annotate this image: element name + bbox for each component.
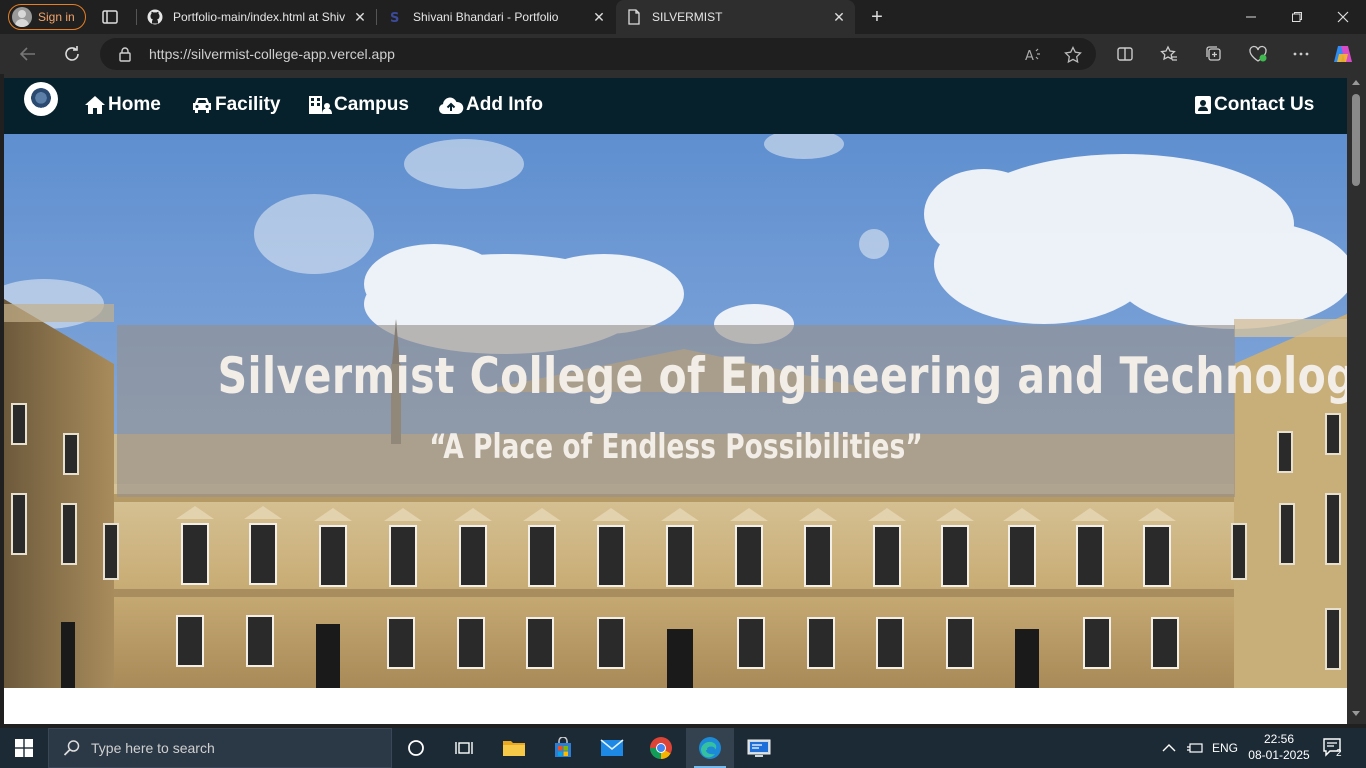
favorites-icon[interactable] bbox=[1158, 43, 1180, 65]
contact-card-icon bbox=[1195, 96, 1211, 114]
nav-campus-label: Campus bbox=[334, 94, 409, 115]
windows-taskbar: Type here to search ENG 22:56 08-01-2025… bbox=[0, 728, 1366, 768]
windows-start-icon[interactable] bbox=[0, 728, 48, 768]
close-window-icon[interactable] bbox=[1320, 0, 1366, 34]
close-tab-icon[interactable]: ✕ bbox=[350, 9, 370, 26]
nav-add-info-link[interactable]: Add Info bbox=[438, 92, 543, 118]
page-scrollbar[interactable] bbox=[1347, 74, 1366, 724]
tab-silvermist[interactable]: SILVERMIST ✕ bbox=[616, 0, 855, 34]
split-screen-icon[interactable] bbox=[1114, 43, 1136, 65]
search-placeholder: Type here to search bbox=[91, 740, 215, 756]
car-icon bbox=[193, 98, 211, 113]
read-aloud-icon[interactable]: A bbox=[1022, 44, 1044, 66]
hero-section: Silvermist College of Engineering and Te… bbox=[4, 134, 1347, 688]
mail-icon[interactable] bbox=[588, 728, 636, 768]
new-tab-button[interactable]: + bbox=[866, 6, 888, 28]
page-viewport: Home Facility Campus Add Info Contact Us bbox=[4, 74, 1347, 724]
portfolio-icon: S bbox=[387, 9, 403, 25]
close-tab-icon[interactable]: ✕ bbox=[829, 9, 849, 26]
refresh-icon[interactable] bbox=[61, 43, 83, 65]
network-icon[interactable] bbox=[1186, 728, 1204, 768]
scroll-up-arrow-icon[interactable] bbox=[1352, 80, 1360, 85]
nav-home-label: Home bbox=[108, 94, 161, 115]
notification-count: 2 bbox=[1336, 747, 1342, 759]
github-icon bbox=[147, 9, 163, 25]
lock-icon[interactable] bbox=[118, 46, 132, 62]
close-tab-icon[interactable]: ✕ bbox=[589, 9, 609, 26]
tab-github[interactable]: Portfolio-main/index.html at Shiv ✕ bbox=[137, 0, 376, 34]
college-emblem-icon bbox=[30, 88, 52, 110]
edge-browser-icon[interactable] bbox=[686, 728, 734, 768]
college-title: Silvermist College of Engineering and Te… bbox=[217, 347, 1347, 405]
url-host: silvermist-college-app.vercel.app bbox=[191, 46, 395, 62]
site-navbar: Home Facility Campus Add Info Contact Us bbox=[4, 78, 1347, 134]
language-label: ENG bbox=[1212, 741, 1239, 755]
nav-home-link[interactable]: Home bbox=[84, 92, 161, 118]
clock-date: 08-01-2025 bbox=[1248, 748, 1310, 762]
search-icon bbox=[63, 740, 80, 756]
nav-campus-link[interactable]: Campus bbox=[308, 92, 409, 118]
tab-strip: Sign in Portfolio-main/index.html at Shi… bbox=[0, 0, 1366, 34]
url-text[interactable]: https://silvermist-college-app.vercel.ap… bbox=[149, 46, 395, 62]
more-options-icon[interactable] bbox=[1290, 43, 1312, 65]
tab-portfolio[interactable]: S Shivani Bhandari - Portfolio ✕ bbox=[377, 0, 615, 34]
building-user-icon bbox=[309, 96, 332, 114]
nav-add-info-label: Add Info bbox=[466, 94, 544, 115]
nav-facility-link[interactable]: Facility bbox=[191, 92, 280, 118]
cloud-upload-icon bbox=[438, 97, 464, 114]
microsoft-store-icon[interactable] bbox=[539, 728, 587, 768]
svg-text:S: S bbox=[390, 11, 399, 25]
system-clock[interactable]: 22:56 08-01-2025 bbox=[1244, 731, 1314, 763]
favorite-star-icon[interactable] bbox=[1062, 44, 1084, 66]
tab-title: Shivani Bhandari - Portfolio bbox=[413, 10, 559, 24]
page-icon bbox=[626, 9, 642, 25]
sign-in-button[interactable]: Sign in bbox=[8, 4, 86, 30]
clock-time: 22:56 bbox=[1263, 732, 1295, 746]
notification-center-icon[interactable]: 2 bbox=[1322, 728, 1342, 768]
nav-contact-link[interactable]: Contact Us bbox=[1194, 92, 1314, 118]
restore-icon[interactable] bbox=[1274, 0, 1320, 34]
home-icon bbox=[85, 96, 105, 114]
back-arrow-icon[interactable] bbox=[17, 43, 39, 65]
address-bar[interactable]: https://silvermist-college-app.vercel.ap… bbox=[100, 38, 1096, 70]
remote-desktop-icon[interactable] bbox=[735, 728, 783, 768]
language-indicator[interactable]: ENG bbox=[1212, 728, 1238, 768]
profile-avatar-icon bbox=[12, 7, 32, 27]
minimize-icon[interactable] bbox=[1228, 0, 1274, 34]
tab-actions-icon[interactable] bbox=[100, 7, 120, 27]
file-explorer-icon[interactable] bbox=[490, 728, 538, 768]
sign-in-label: Sign in bbox=[38, 10, 75, 24]
scroll-down-arrow-icon[interactable] bbox=[1352, 711, 1360, 716]
taskbar-search-box[interactable]: Type here to search bbox=[48, 728, 392, 768]
task-view-icon[interactable] bbox=[440, 728, 488, 768]
college-tagline: “A Place of Endless Possibilities” bbox=[429, 427, 923, 467]
svg-text:A: A bbox=[1025, 49, 1034, 64]
copilot-icon[interactable] bbox=[1332, 43, 1354, 65]
tab-title: SILVERMIST bbox=[652, 10, 723, 24]
nav-facility-label: Facility bbox=[215, 94, 281, 115]
chrome-icon[interactable] bbox=[637, 728, 685, 768]
college-logo[interactable] bbox=[24, 82, 58, 116]
show-hidden-icons[interactable] bbox=[1162, 728, 1176, 768]
cortana-icon[interactable] bbox=[392, 728, 440, 768]
collections-icon[interactable] bbox=[1203, 43, 1225, 65]
performance-icon[interactable] bbox=[1247, 43, 1269, 65]
address-bar-row: https://silvermist-college-app.vercel.ap… bbox=[0, 34, 1366, 74]
hero-banner: Silvermist College of Engineering and Te… bbox=[117, 325, 1347, 497]
scrollbar-thumb[interactable] bbox=[1352, 94, 1360, 186]
tab-title: Portfolio-main/index.html at Shiv bbox=[173, 10, 346, 24]
nav-contact-label: Contact Us bbox=[1214, 94, 1315, 115]
url-scheme: https:// bbox=[149, 46, 192, 62]
